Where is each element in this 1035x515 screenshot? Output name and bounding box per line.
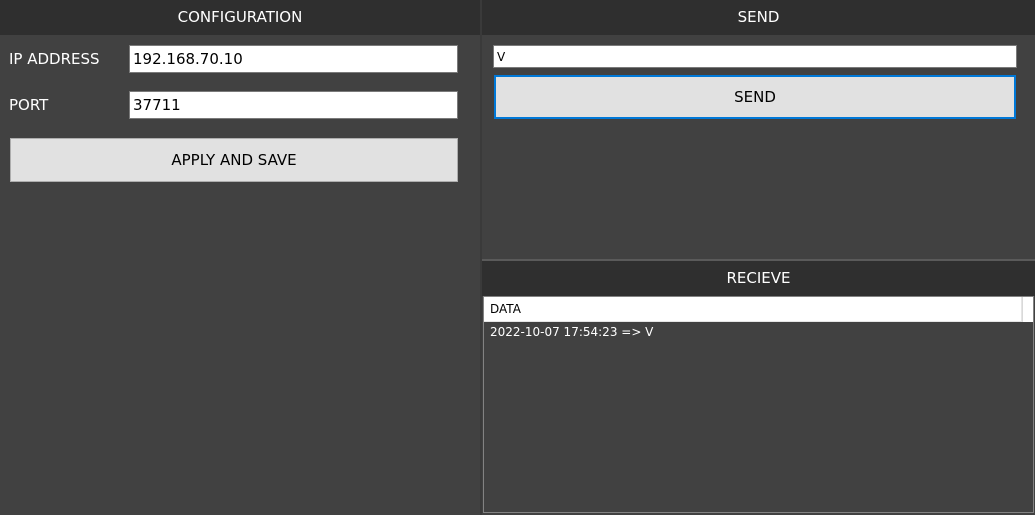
send-message-input[interactable] xyxy=(493,45,1017,68)
column-header-filler xyxy=(1022,297,1033,322)
apply-and-save-button[interactable]: APPLY AND SAVE xyxy=(10,138,458,182)
configuration-header: CONFIGURATION xyxy=(0,0,480,35)
configuration-panel: CONFIGURATION IP ADDRESS PORT APPLY AND … xyxy=(0,0,480,515)
ip-address-label: IP ADDRESS xyxy=(9,50,100,68)
send-header: SEND xyxy=(482,0,1035,35)
receive-header: RECIEVE xyxy=(482,261,1035,296)
receive-data-list[interactable]: DATA 2022-10-07 17:54:23 => V xyxy=(483,296,1034,513)
send-panel: SEND SEND xyxy=(482,0,1035,259)
receive-panel: RECIEVE DATA 2022-10-07 17:54:23 => V xyxy=(482,261,1035,515)
port-input[interactable] xyxy=(129,91,458,119)
ip-address-input[interactable] xyxy=(129,45,458,73)
app-window: CONFIGURATION IP ADDRESS PORT APPLY AND … xyxy=(0,0,1035,515)
data-column-header[interactable]: DATA xyxy=(484,297,1022,322)
port-label: PORT xyxy=(9,96,49,114)
list-item[interactable]: 2022-10-07 17:54:23 => V xyxy=(490,324,653,340)
send-button[interactable]: SEND xyxy=(494,75,1016,119)
